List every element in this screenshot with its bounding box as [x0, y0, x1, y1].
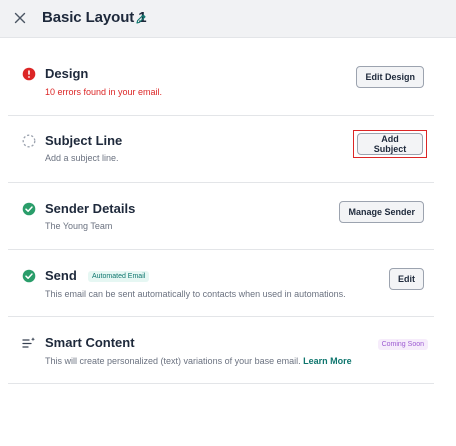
check-circle-icon — [22, 202, 36, 216]
close-icon[interactable] — [12, 10, 28, 26]
subject-line-section: Subject Line Add a subject line. Add Sub… — [8, 116, 434, 183]
dashed-circle-icon — [22, 134, 36, 148]
design-section: Design 10 errors found in your email. Ed… — [8, 48, 434, 116]
manage-sender-button[interactable]: Manage Sender — [339, 201, 424, 223]
send-section: Send Automated Email This email can be s… — [8, 250, 434, 317]
sender-name: The Young Team — [45, 221, 113, 231]
page-title: Basic Layout 1 — [42, 9, 147, 26]
section-subtitle: This will create personalized (text) var… — [45, 356, 352, 366]
add-subject-button[interactable]: Add Subject — [357, 133, 423, 155]
edit-design-button[interactable]: Edit Design — [356, 66, 424, 88]
section-title: Send — [45, 268, 77, 283]
error-circle-icon — [22, 67, 36, 81]
check-circle-icon — [22, 269, 36, 283]
smart-content-section: Smart Content Coming Soon This will crea… — [8, 317, 434, 384]
edit-button[interactable]: Edit — [389, 268, 424, 290]
error-message: 10 errors found in your email. — [45, 87, 163, 97]
learn-more-link[interactable]: Learn More — [303, 356, 352, 366]
section-title: Design — [45, 66, 89, 81]
header: Basic Layout 1 — [0, 0, 456, 38]
pencil-icon[interactable] — [135, 12, 147, 24]
automated-email-badge: Automated Email — [88, 271, 150, 282]
section-subtitle: This email can be sent automatically to … — [45, 289, 346, 299]
sparkle-list-icon — [22, 336, 36, 350]
coming-soon-badge: Coming Soon — [377, 339, 428, 350]
section-subtitle: Add a subject line. — [45, 153, 119, 163]
section-title: Smart Content — [45, 335, 135, 350]
section-title: Sender Details — [45, 201, 136, 216]
subtitle-text: This will create personalized (text) var… — [45, 356, 301, 366]
sender-details-section: Sender Details The Young Team Manage Sen… — [8, 183, 434, 250]
section-title: Subject Line — [45, 133, 123, 148]
